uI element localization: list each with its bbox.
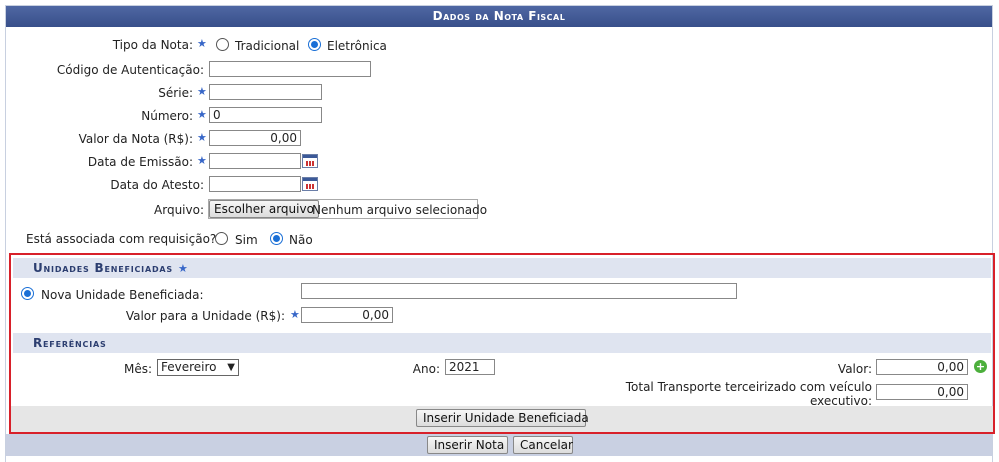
required-star-icon: ★ [177, 262, 189, 275]
valor-nota-input[interactable]: 0,00 [209, 130, 301, 146]
codigo-label: Código de Autenticação: [56, 63, 204, 77]
mes-label: Mês: [123, 362, 152, 376]
required-star-icon: ★ [290, 308, 300, 321]
required-star-icon: ★ [197, 37, 207, 50]
data-atesto-label: Data do Atesto: [110, 178, 204, 192]
cancelar-button[interactable]: Cancelar [513, 436, 573, 454]
radio-nao[interactable] [270, 232, 283, 245]
radio-eletronica[interactable] [308, 38, 321, 51]
file-status-text: Nenhum arquivo selecionado [312, 203, 488, 217]
choose-file-button[interactable]: Escolher arquivo [209, 200, 319, 218]
inserir-nota-button[interactable]: Inserir Nota [427, 436, 508, 454]
serie-input[interactable] [209, 84, 322, 100]
valor-ref-input[interactable]: 0,00 [876, 359, 968, 375]
valor-ref-label: Valor: [837, 362, 872, 376]
radio-tradicional[interactable] [216, 38, 229, 51]
ano-label: Ano: [412, 362, 440, 376]
nova-unidade-input[interactable] [301, 283, 737, 299]
mes-select-value: Fevereiro [161, 360, 217, 374]
required-star-icon: ★ [197, 131, 207, 144]
form-header: Dados da Nota Fiscal [6, 6, 992, 27]
numero-input[interactable]: 0 [209, 107, 322, 123]
requisicao-label: Está associada com requisição? [26, 232, 217, 246]
codigo-input[interactable] [209, 61, 371, 77]
transporte-label-1: Total Transporte terceirizado com veícul… [625, 380, 872, 394]
calendar-icon[interactable] [302, 177, 318, 191]
data-atesto-input[interactable] [209, 176, 301, 192]
required-star-icon: ★ [197, 85, 207, 98]
radio-sim[interactable] [215, 232, 228, 245]
data-emissao-input[interactable] [209, 153, 301, 169]
nova-unidade-label: Nova Unidade Beneficiada: [41, 288, 204, 302]
serie-label: Série: [158, 86, 193, 100]
transporte-input[interactable]: 0,00 [876, 384, 968, 400]
calendar-icon[interactable] [302, 154, 318, 168]
unidades-title: Unidades Beneficiadas [33, 261, 173, 275]
required-star-icon: ★ [197, 154, 207, 167]
mes-select[interactable]: Fevereiro ▼ [157, 359, 239, 376]
unidades-section-header: Unidades Beneficiadas ★ [13, 258, 991, 278]
required-star-icon: ★ [197, 108, 207, 121]
inserir-unidade-button[interactable]: Inserir Unidade Beneficiada [416, 409, 589, 427]
chevron-down-icon: ▼ [227, 362, 235, 373]
add-plus-icon[interactable]: + [974, 360, 987, 373]
radio-nova-unidade[interactable] [21, 287, 34, 300]
numero-label: Número: [141, 109, 193, 123]
valor-unidade-input[interactable]: 0,00 [301, 307, 393, 323]
referencias-section-header: Referências [13, 333, 991, 353]
radio-tradicional-label: Tradicional [235, 39, 300, 53]
radio-eletronica-label: Eletrônica [327, 39, 387, 53]
data-emissao-label: Data de Emissão: [87, 155, 193, 169]
valor-unidade-label: Valor para a Unidade (R$): [125, 309, 285, 323]
radio-sim-label: Sim [235, 233, 258, 247]
valor-nota-label: Valor da Nota (R$): [78, 132, 193, 146]
arquivo-label: Arquivo: [154, 203, 204, 217]
tipo-nota-label: Tipo da Nota: [112, 38, 193, 52]
radio-nao-label: Não [289, 233, 313, 247]
ano-input[interactable]: 2021 [445, 359, 495, 375]
